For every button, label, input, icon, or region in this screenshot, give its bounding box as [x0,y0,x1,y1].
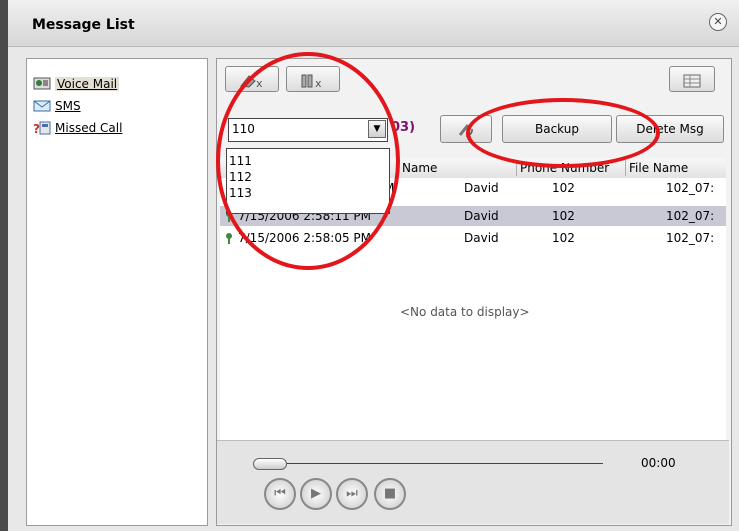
missed-call-icon: ? [33,121,51,136]
cell-date: 7/15/2006 2:58:05 PM [238,231,372,245]
svg-text:x: x [256,77,263,90]
dropdown-option[interactable]: 113 [229,185,252,201]
playback-time: 00:00 [641,456,676,470]
envelope-icon [33,99,51,113]
extension-select-value: 110 [232,122,255,136]
extension-select[interactable]: 110 ▼ [228,118,388,142]
cell-file: 102_07: [666,181,715,195]
delete-all-icon: x [298,73,328,90]
play-button[interactable]: ▶ [300,478,332,510]
play-icon: ▶ [311,486,321,501]
stop-button[interactable]: ■ [374,478,406,510]
nav-item-label: SMS [55,99,81,113]
nav-item-missed-call[interactable]: ? Missed Call [33,119,122,137]
voicemail-icon [33,77,51,91]
cell-name: David [464,231,499,245]
refresh-button[interactable] [440,115,492,143]
player-panel [217,440,729,524]
extension-dropdown-list: 111 112 113 [226,148,390,214]
nav-item-voice-mail[interactable]: Voice Mail [33,75,120,93]
message-count: 03) [391,120,416,135]
columns-button[interactable] [669,66,715,92]
svg-text:x: x [315,77,322,90]
no-data-message: <No data to display> [400,305,530,319]
title-bar: Message List ✕ [8,0,739,47]
close-icon[interactable]: ✕ [709,13,727,31]
dropdown-option[interactable]: 111 [229,153,252,169]
cell-file: 102_07: [666,209,715,223]
stop-icon: ■ [383,486,397,501]
window-title: Message List [32,17,135,33]
column-header-file[interactable]: File Name [625,160,688,176]
cell-name: David [464,181,499,195]
seek-track [253,463,603,464]
delete-all-button[interactable]: x [286,66,340,92]
nav-panel: Voice Mail SMS ? Missed Call [26,58,208,526]
skip-forward-icon: ⏭ [346,486,358,501]
window-left-border [0,0,8,531]
nav-item-label: Voice Mail [55,77,120,91]
chevron-down-icon[interactable]: ▼ [368,120,386,138]
cell-phone: 102 [552,181,575,195]
refresh-icon [454,122,478,137]
grid-icon [682,73,702,87]
erase-icon: x [237,73,267,90]
column-header-name[interactable]: Name [398,160,437,176]
nav-item-label: Missed Call [55,121,123,135]
voicemail-icon [222,231,236,248]
column-header-phone[interactable]: Phone Number [516,160,609,176]
backup-button[interactable]: Backup [502,115,612,143]
next-button[interactable]: ⏭ [336,478,368,510]
dropdown-option[interactable]: 112 [229,169,252,185]
seek-thumb[interactable] [253,458,287,470]
delete-msg-button[interactable]: Delete Msg [616,115,724,143]
svg-text:?: ? [33,122,40,135]
delete-selected-button[interactable]: x [225,66,279,92]
cell-phone: 102 [552,209,575,223]
cell-name: David [464,209,499,223]
table-row[interactable]: 7/15/2006 2:58:05 PM David 102 102_07: [220,228,726,248]
skip-back-icon: ⏮ [274,486,286,501]
nav-item-sms[interactable]: SMS [33,97,81,115]
seek-bar[interactable] [253,458,603,470]
cell-phone: 102 [552,231,575,245]
previous-button[interactable]: ⏮ [264,478,296,510]
cell-file: 102_07: [666,231,715,245]
